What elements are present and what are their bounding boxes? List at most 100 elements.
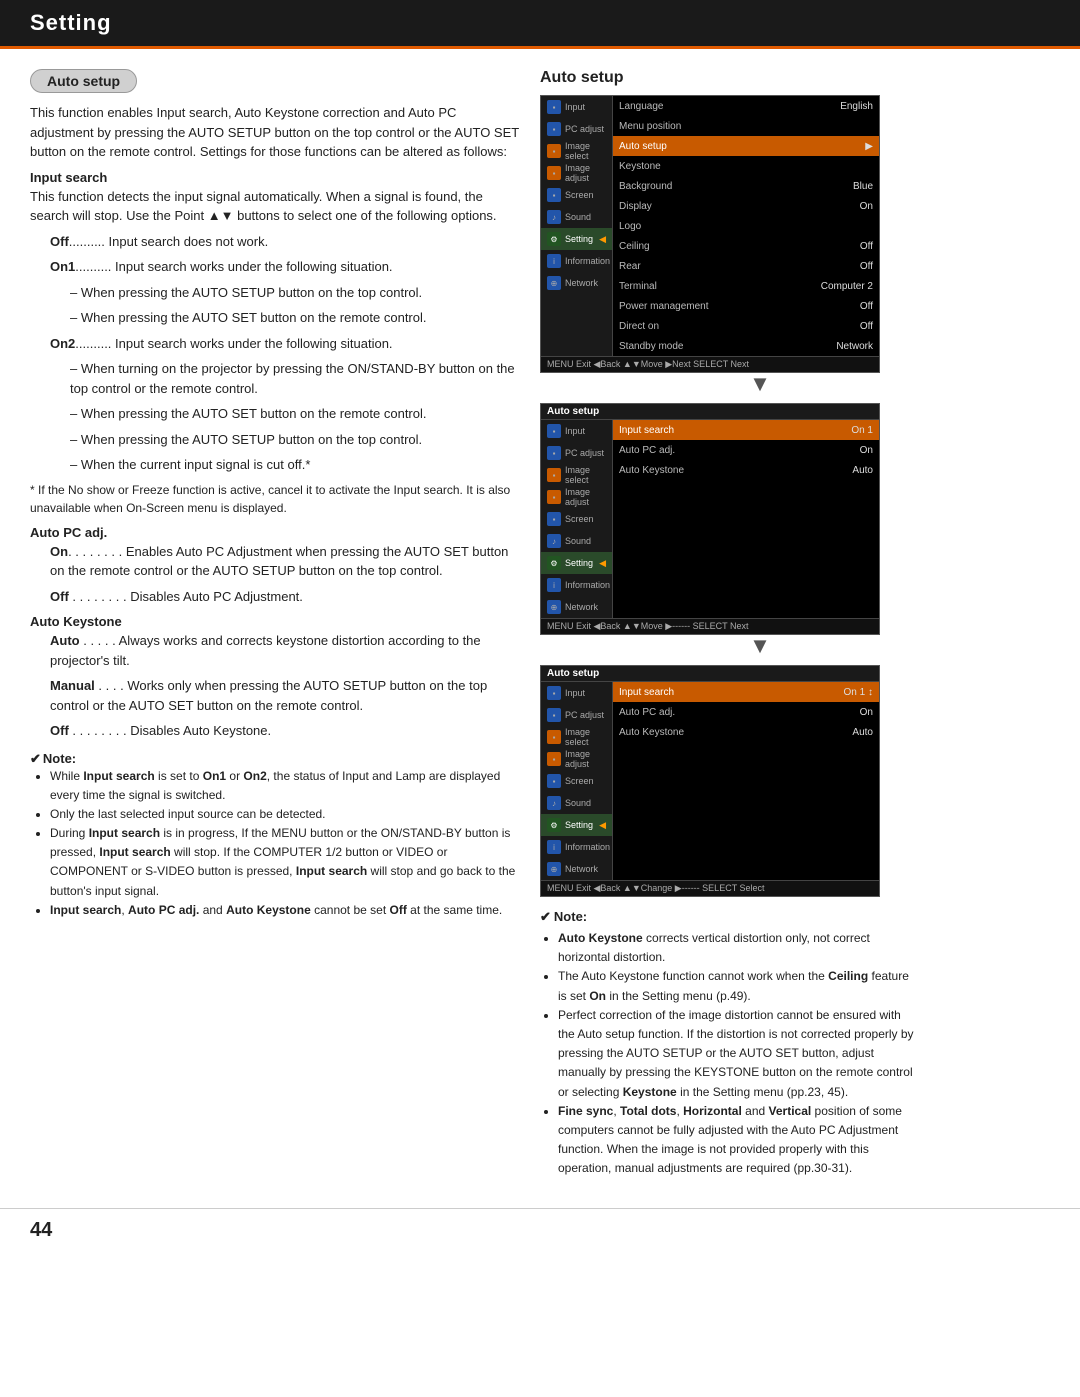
- right-note-2: Perfect correction of the image distorti…: [558, 1006, 920, 1102]
- sidebar-network: ⊕ Network: [541, 272, 612, 294]
- page-number: 44: [30, 1219, 52, 1241]
- off-label: Off.......... Input search does not work…: [50, 232, 520, 252]
- s3-network-icon: ⊕: [547, 862, 561, 876]
- osd-submenu-title-2: Auto setup: [541, 404, 879, 420]
- s3-screen-icon: ▪: [547, 774, 561, 788]
- menu-row-ceiling: Ceiling Off: [613, 236, 879, 256]
- menu-row-terminal: Terminal Computer 2: [613, 276, 879, 296]
- s3-information: i Information: [541, 836, 612, 858]
- m2-input-search: Input search On 1: [613, 420, 879, 440]
- osd-sidebar-1: ▪ Input ▪ PC adjust ▪ Image select ▪ Ima…: [541, 96, 613, 356]
- input-search-heading: Input search: [30, 170, 520, 185]
- setting-icon: ⚙: [547, 232, 561, 246]
- menu-row-rear: Rear Off: [613, 256, 879, 276]
- right-note-3: Fine sync, Total dots, Horizontal and Ve…: [558, 1102, 920, 1179]
- osd-bottom-2: MENU Exit ◀Back ▲▼Move ▶------ SELECT Ne…: [541, 618, 879, 634]
- m3-auto-pc: Auto PC adj. On: [613, 702, 879, 722]
- s3-sound-icon: ♪: [547, 796, 561, 810]
- osd-bottom-1: MENU Exit ◀Back ▲▼Move ▶Next SELECT Next: [541, 356, 879, 372]
- osd-inner-3: ▪ Input ▪ PC adjust ▪ Image select ▪ Ima…: [541, 682, 879, 880]
- image-select-icon: ▪: [547, 144, 561, 158]
- page-title: Setting: [30, 10, 1050, 36]
- sidebar-sound: ♪ Sound: [541, 206, 612, 228]
- s3-image-adjust: ▪ Image adjust: [541, 748, 612, 770]
- menu-row-background: Background Blue: [613, 176, 879, 196]
- s2-information: i Information: [541, 574, 612, 596]
- s2-setting: ⚙ Setting: [541, 552, 612, 574]
- s2-imgsel-icon: ▪: [547, 468, 561, 482]
- auto-setup-badge: Auto setup: [30, 69, 137, 93]
- osd-menu-2: Input search On 1 Auto PC adj. On Auto K…: [613, 420, 879, 618]
- sidebar-screen: ▪ Screen: [541, 184, 612, 206]
- s2-sound-icon: ♪: [547, 534, 561, 548]
- main-content: Auto setup This function enables Input s…: [0, 49, 1080, 1198]
- freeze-note: * If the No show or Freeze function is a…: [30, 481, 520, 517]
- left-note-item-1: Only the last selected input source can …: [50, 805, 520, 824]
- page-footer: 44: [0, 1208, 1080, 1252]
- keystone-manual: Manual . . . . Works only when pressing …: [50, 676, 520, 715]
- m2-auto-keystone: Auto Keystone Auto: [613, 460, 879, 480]
- s2-network-icon: ⊕: [547, 600, 561, 614]
- m2-auto-pc: Auto PC adj. On: [613, 440, 879, 460]
- sidebar-pc-adjust: ▪ PC adjust: [541, 118, 612, 140]
- intro-text: This function enables Input search, Auto…: [30, 103, 520, 162]
- menu-row-menu-pos: Menu position: [613, 116, 879, 136]
- auto-pc-on: On. . . . . . . . Enables Auto PC Adjust…: [50, 542, 520, 581]
- image-adjust-icon: ▪: [547, 166, 561, 180]
- right-note: Note: Auto Keystone corrects vertical di…: [540, 909, 920, 1178]
- right-note-1: The Auto Keystone function cannot work w…: [558, 967, 920, 1005]
- network-icon: ⊕: [547, 276, 561, 290]
- s3-sound: ♪ Sound: [541, 792, 612, 814]
- s3-setting: ⚙ Setting: [541, 814, 612, 836]
- osd-panel-1: ▪ Input ▪ PC adjust ▪ Image select ▪ Ima…: [540, 95, 880, 373]
- menu-row-display: Display On: [613, 196, 879, 216]
- input-icon: ▪: [547, 100, 561, 114]
- s3-image-select: ▪ Image select: [541, 726, 612, 748]
- keystone-auto: Auto . . . . . Always works and corrects…: [50, 631, 520, 670]
- s3-input-icon: ▪: [547, 686, 561, 700]
- on2-label: On2.......... Input search works under t…: [50, 334, 520, 354]
- s2-image-adjust: ▪ Image adjust: [541, 486, 612, 508]
- on1-sub1: – When pressing the AUTO SETUP button on…: [70, 283, 520, 303]
- left-note-title: Note:: [30, 751, 520, 767]
- right-column: Auto setup ▪ Input ▪ PC adjust ▪ Imag: [540, 69, 920, 1178]
- on2-sub2: – When pressing the AUTO SET button on t…: [70, 404, 520, 424]
- auto-keystone-heading: Auto Keystone: [30, 614, 520, 629]
- menu-row-auto-setup: Auto setup ▶: [613, 136, 879, 156]
- s2-pc-icon: ▪: [547, 446, 561, 460]
- page-header: Setting: [0, 0, 1080, 49]
- left-note-item-3: Input search, Auto PC adj. and Auto Keys…: [50, 901, 520, 920]
- osd-panel-3: Auto setup ▪ Input ▪ PC adjust ▪ Image s…: [540, 665, 880, 897]
- on1-label: On1.......... Input search works under t…: [50, 257, 520, 277]
- left-note-item-2: During Input search is in progress, If t…: [50, 824, 520, 901]
- sidebar-image-adjust: ▪ Image adjust: [541, 162, 612, 184]
- s3-screen: ▪ Screen: [541, 770, 612, 792]
- on2-sub4: – When the current input signal is cut o…: [70, 455, 520, 475]
- m3-auto-keystone: Auto Keystone Auto: [613, 722, 879, 742]
- s2-screen: ▪ Screen: [541, 508, 612, 530]
- left-note: Note: While Input search is set to On1 o…: [30, 751, 520, 921]
- menu-row-logo: Logo: [613, 216, 879, 236]
- s3-info-icon: i: [547, 840, 561, 854]
- s3-setting-icon: ⚙: [547, 818, 561, 832]
- s3-pc-icon: ▪: [547, 708, 561, 722]
- menu-row-power-mgmt: Power management Off: [613, 296, 879, 316]
- right-note-title: Note:: [540, 909, 920, 925]
- s2-sound: ♪ Sound: [541, 530, 612, 552]
- sidebar-information: i Information: [541, 250, 612, 272]
- right-note-0: Auto Keystone corrects vertical distorti…: [558, 929, 920, 967]
- s3-imgsel-icon: ▪: [547, 730, 561, 744]
- osd-inner-2: ▪ Input ▪ PC adjust ▪ Image select ▪ Ima…: [541, 420, 879, 618]
- s2-input: ▪ Input: [541, 420, 612, 442]
- left-column: Auto setup This function enables Input s…: [30, 69, 520, 1178]
- s3-input: ▪ Input: [541, 682, 612, 704]
- sidebar-input: ▪ Input: [541, 96, 612, 118]
- s2-imgadj-icon: ▪: [547, 490, 561, 504]
- m3-input-search: Input search On 1 ↕: [613, 682, 879, 702]
- osd-sidebar-2: ▪ Input ▪ PC adjust ▪ Image select ▪ Ima…: [541, 420, 613, 618]
- auto-pc-off: Off . . . . . . . . Disables Auto PC Adj…: [50, 587, 520, 607]
- menu-row-language: Language English: [613, 96, 879, 116]
- osd-menu-3: Input search On 1 ↕ Auto PC adj. On Auto…: [613, 682, 879, 880]
- screen-icon: ▪: [547, 188, 561, 202]
- osd-inner-1: ▪ Input ▪ PC adjust ▪ Image select ▪ Ima…: [541, 96, 879, 356]
